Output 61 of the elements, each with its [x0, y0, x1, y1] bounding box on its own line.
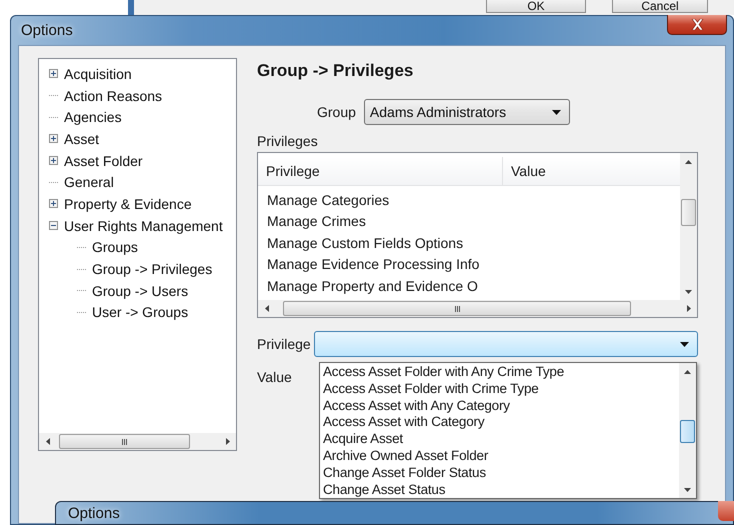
tree-item[interactable]: Group -> Users [91, 282, 190, 299]
scroll-down-icon[interactable] [685, 290, 692, 294]
expand-icon[interactable] [49, 69, 58, 78]
privilege-dropdown[interactable] [314, 331, 698, 357]
scroll-thumb[interactable] [59, 434, 190, 449]
dropdown-option[interactable]: Change Asset Folder Status [320, 464, 679, 482]
value-label: Value [257, 369, 292, 385]
tree-item[interactable]: Group -> Privileges [91, 261, 214, 278]
collapse-icon[interactable] [49, 221, 58, 230]
tree-item[interactable]: Property & Evidence [63, 196, 193, 212]
grip-icon [454, 306, 460, 312]
caret-icon [680, 342, 689, 346]
dropdown-option[interactable]: Access Asset Folder with Crime Type [320, 380, 679, 398]
dropdown-option[interactable]: Change Asset Status [320, 482, 679, 498]
column-header[interactable]: Privilege [258, 157, 503, 185]
table-cell-text: Manage Evidence Processing Info [266, 256, 480, 272]
scroll-right-icon[interactable] [686, 305, 690, 312]
expand-icon[interactable] [49, 156, 58, 166]
table-cell-text: Manage Property and Evidence O [266, 278, 479, 294]
tree-item[interactable]: Asset Folder [63, 152, 144, 169]
group-dropdown[interactable]: Adams Administrators [364, 99, 570, 125]
group-label: Group [317, 104, 356, 120]
dropdown-option[interactable]: Access Asset with Any Category [320, 398, 679, 414]
dropdown-option[interactable]: Access Asset Folder with Any Crime Type [320, 364, 679, 381]
close-icon [690, 19, 704, 30]
scroll-up-icon[interactable] [684, 370, 691, 374]
window-title: Options [20, 22, 73, 39]
dropdown-option[interactable]: Archive Owned Asset Folder [320, 448, 679, 465]
tree-item[interactable]: Acquisition [63, 66, 133, 82]
close-button[interactable] [667, 15, 727, 35]
grip-icon [122, 438, 127, 444]
dropdown-option[interactable]: Acquire Asset [320, 431, 679, 448]
window-title: Options [68, 505, 120, 523]
expand-icon[interactable] [49, 199, 58, 208]
table-cell-text: Manage Custom Fields Options [266, 234, 464, 251]
caret-icon [552, 110, 561, 114]
scroll-thumb[interactable] [681, 199, 696, 226]
tree-item[interactable]: Groups [91, 239, 139, 256]
privileges-label: Privileges [257, 133, 319, 149]
table-cell-text: Manage Crimes [266, 213, 367, 230]
cancel-button[interactable]: Cancel [612, 0, 708, 13]
section-heading: Group -> Privileges [257, 61, 414, 81]
tree-item[interactable]: Action Reasons [63, 88, 164, 104]
column-header[interactable]: Value [503, 157, 680, 185]
scroll-up-icon[interactable] [685, 160, 692, 164]
scroll-left-icon[interactable] [264, 305, 268, 312]
privilege-label: Privilege [257, 336, 311, 352]
tree-item[interactable]: Asset [63, 130, 100, 147]
scroll-left-icon[interactable] [46, 438, 50, 445]
scroll-down-icon[interactable] [684, 488, 691, 492]
dropdown-option[interactable]: Access Asset with Category [320, 414, 679, 432]
scroll-right-icon[interactable] [226, 438, 230, 445]
tree-item[interactable]: User Rights Management [63, 218, 224, 234]
table-cell-text: Manage Categories [266, 192, 390, 208]
tree-item[interactable]: General [63, 174, 115, 190]
ok-button[interactable]: OK [486, 0, 586, 13]
scroll-thumb[interactable] [680, 420, 695, 443]
expand-icon[interactable] [49, 134, 58, 144]
tree-item[interactable]: Agencies [63, 109, 123, 126]
tree-item[interactable]: User -> Groups [91, 304, 190, 320]
scroll-thumb[interactable] [283, 301, 632, 316]
